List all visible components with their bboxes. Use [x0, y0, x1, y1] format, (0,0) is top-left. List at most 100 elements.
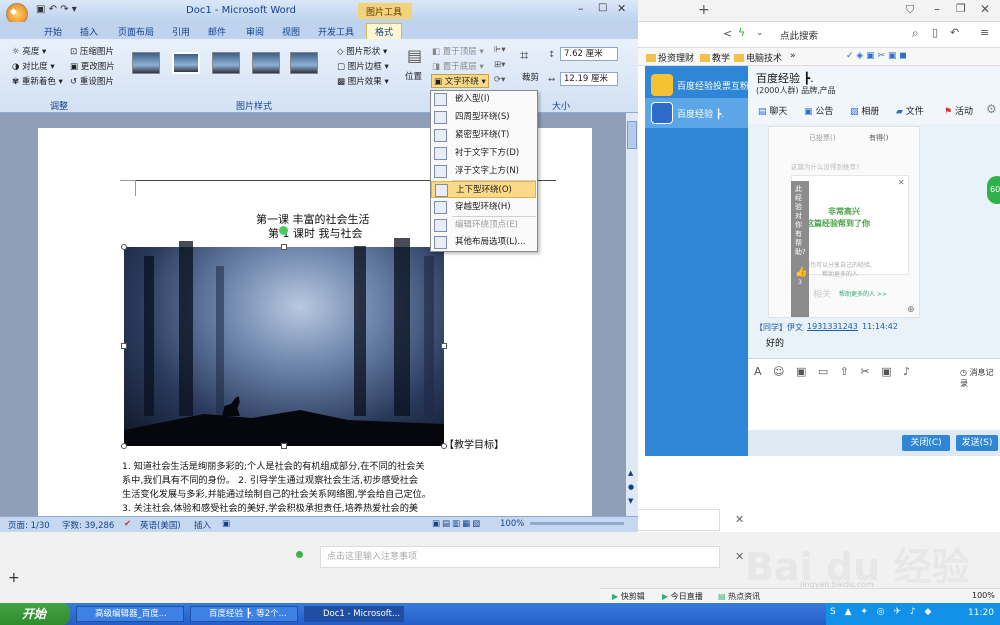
- picture-style-thumb[interactable]: [290, 52, 318, 74]
- share-icon[interactable]: <: [723, 27, 732, 40]
- close-chat-button[interactable]: 关闭(C): [902, 435, 950, 451]
- close-icon[interactable]: ✕: [898, 178, 905, 187]
- picture-border-button[interactable]: ▢ 图片边框 ▾: [337, 60, 389, 72]
- tab-layout[interactable]: 页面布局: [118, 25, 154, 38]
- reset-picture-button[interactable]: ↺ 重设图片: [70, 75, 114, 87]
- message-record[interactable]: ◷ 消息记录: [960, 367, 1000, 389]
- resize-handle[interactable]: [121, 244, 127, 250]
- qq-session-item-active[interactable]: 百度经验 ┣.: [645, 98, 748, 128]
- minimize-icon[interactable]: –: [934, 2, 940, 16]
- scroll-thumb[interactable]: [627, 121, 637, 149]
- recolor-button[interactable]: ✾ 重新着色 ▾: [12, 75, 63, 87]
- tab-notice[interactable]: ▣ 公告: [804, 104, 833, 117]
- tab-album[interactable]: ▨ 相册: [850, 104, 879, 117]
- wrap-menu-item[interactable]: 衬于文字下方(D): [431, 145, 536, 162]
- maximize-icon[interactable]: □: [598, 2, 607, 13]
- message-input[interactable]: A ☺ ▣ ▭ ⇧ ✂ ▣ ♪ ◷ 消息记录: [748, 358, 1000, 430]
- wrap-menu-item[interactable]: 紧密型环绕(T): [431, 127, 536, 144]
- picture-style-thumb[interactable]: [212, 52, 240, 74]
- wrap-menu-item[interactable]: 四周型环绕(S): [431, 109, 536, 126]
- gear-icon[interactable]: ⚙: [986, 102, 997, 116]
- rotate-icon[interactable]: ⟳▾: [494, 75, 505, 85]
- close-icon[interactable]: ✕: [735, 513, 744, 526]
- brightness-button[interactable]: ☼ 亮度 ▾: [12, 45, 46, 57]
- add-icon[interactable]: +: [8, 570, 20, 586]
- start-button[interactable]: 开始: [0, 603, 70, 625]
- wrap-menu-item[interactable]: 上下型环绕(O): [431, 181, 536, 198]
- status-item[interactable]: ▶ 快剪辑: [612, 591, 645, 602]
- restore-icon[interactable]: ❐: [956, 2, 966, 15]
- status-mode[interactable]: 插入: [194, 519, 211, 531]
- prev-page-icon[interactable]: ▲: [628, 469, 633, 477]
- picture-effects-button[interactable]: ▩ 图片效果 ▾: [337, 75, 389, 87]
- status-page[interactable]: 页面: 1/30: [8, 519, 50, 531]
- text-wrap-button[interactable]: ▣ 文字环绕 ▾: [431, 74, 489, 88]
- search-icon[interactable]: ⌕: [912, 26, 919, 41]
- tab-activity[interactable]: ⚑ 活动: [944, 104, 973, 117]
- crop-button[interactable]: 裁剪: [522, 71, 539, 83]
- position-button[interactable]: 位置: [405, 70, 422, 82]
- undo-icon[interactable]: ↶: [950, 26, 959, 39]
- contrast-button[interactable]: ◑ 对比度 ▾: [12, 60, 55, 72]
- change-picture-button[interactable]: ▣ 更改图片: [70, 60, 115, 72]
- input-toolbar-icons[interactable]: A ☺ ▣ ▭ ⇧ ✂ ▣ ♪: [754, 365, 914, 378]
- search-input[interactable]: 点此搜索: [780, 28, 818, 42]
- tab-insert[interactable]: 插入: [80, 25, 98, 38]
- qq-session-item[interactable]: 百度经验投票互粉: [645, 70, 749, 100]
- wrap-menu-item[interactable]: 浮于文字上方(N): [431, 163, 536, 180]
- resize-handle[interactable]: [121, 343, 127, 349]
- taskbar-item[interactable]: 百度经验 ┣. 等2个...: [190, 606, 298, 622]
- tab-files[interactable]: ▰ 文件: [896, 104, 924, 117]
- taskbar-item-active[interactable]: Doc1 - Microsoft...: [304, 606, 404, 622]
- toolbar-icons[interactable]: ✓ ◈ ▣ ✂ ▣ ◼: [846, 51, 907, 61]
- tab-view[interactable]: 视图: [282, 25, 300, 38]
- phone-icon[interactable]: ▯: [932, 26, 938, 39]
- vertical-scrollbar[interactable]: ▲ ● ▼: [626, 113, 638, 516]
- zoom-icon[interactable]: ⊕: [907, 305, 915, 315]
- status-item[interactable]: ▤ 热点资讯: [718, 591, 760, 602]
- proofing-icon[interactable]: ✔: [124, 519, 131, 529]
- taskbar-item[interactable]: 高级编辑器_百度...: [76, 606, 184, 622]
- next-page-icon[interactable]: ▼: [628, 497, 633, 505]
- rotate-handle[interactable]: [279, 226, 288, 235]
- picture-shape-button[interactable]: ◇ 图片形状 ▾: [337, 45, 387, 57]
- status-language[interactable]: 英语(美国): [140, 519, 181, 531]
- msg-qq[interactable]: 1931331243: [807, 322, 858, 331]
- zoom-slider[interactable]: [530, 522, 624, 525]
- shared-screenshot[interactable]: 已投票() 有得() 这篇为什么没得到推荐? 非常高兴 这篇经验帮到了你 您也可…: [768, 126, 920, 318]
- resize-handle[interactable]: [281, 244, 287, 250]
- new-tab-icon[interactable]: +: [698, 2, 710, 18]
- resize-handle[interactable]: [281, 443, 287, 449]
- wrap-menu-item[interactable]: 嵌入型(I): [431, 91, 536, 108]
- status-zoom[interactable]: 100%: [500, 519, 524, 529]
- tab-chat[interactable]: ▤ 聊天: [758, 104, 787, 117]
- tab-format[interactable]: 格式: [366, 23, 403, 39]
- bookmark-item[interactable]: 投资理财: [646, 51, 694, 64]
- close-icon[interactable]: ✕: [735, 550, 744, 563]
- picture-style-thumb[interactable]: [172, 52, 200, 74]
- height-field[interactable]: 7.62 厘米: [560, 47, 618, 61]
- wrap-menu-item[interactable]: 其他布局选项(L)...: [431, 234, 536, 251]
- note-input[interactable]: 点击这里输入注意事项: [320, 546, 720, 568]
- bookmark-item[interactable]: 电脑技术: [734, 51, 782, 64]
- resize-handle[interactable]: [441, 343, 447, 349]
- close-icon[interactable]: ✕: [617, 2, 626, 15]
- close-icon[interactable]: ✕: [980, 2, 990, 16]
- tab-review[interactable]: 审阅: [246, 25, 264, 38]
- lightning-icon[interactable]: ϟ: [738, 26, 745, 39]
- shirt-icon[interactable]: ⛉: [906, 3, 914, 17]
- browser-zoom[interactable]: 100%: [972, 591, 995, 600]
- menu-icon[interactable]: ≡: [980, 26, 989, 39]
- tray-icons[interactable]: S ▲ ✦ ◎ ✈ ♪ ◆: [830, 607, 934, 617]
- view-buttons[interactable]: ▣▤▥▦▧: [432, 519, 482, 529]
- float-badge[interactable]: 60: [987, 176, 1000, 204]
- width-field[interactable]: 12.19 厘米: [560, 72, 618, 86]
- office-button-icon[interactable]: ◆: [10, 7, 17, 17]
- chevron-down-icon[interactable]: ⌄: [756, 28, 764, 38]
- minimize-icon[interactable]: –: [578, 2, 584, 15]
- tab-references[interactable]: 引用: [172, 25, 190, 38]
- macro-icon[interactable]: ▣: [222, 519, 230, 529]
- bookmark-more[interactable]: »: [790, 51, 796, 61]
- status-words[interactable]: 字数: 39,286: [62, 519, 114, 531]
- send-button[interactable]: 发送(S): [956, 435, 998, 451]
